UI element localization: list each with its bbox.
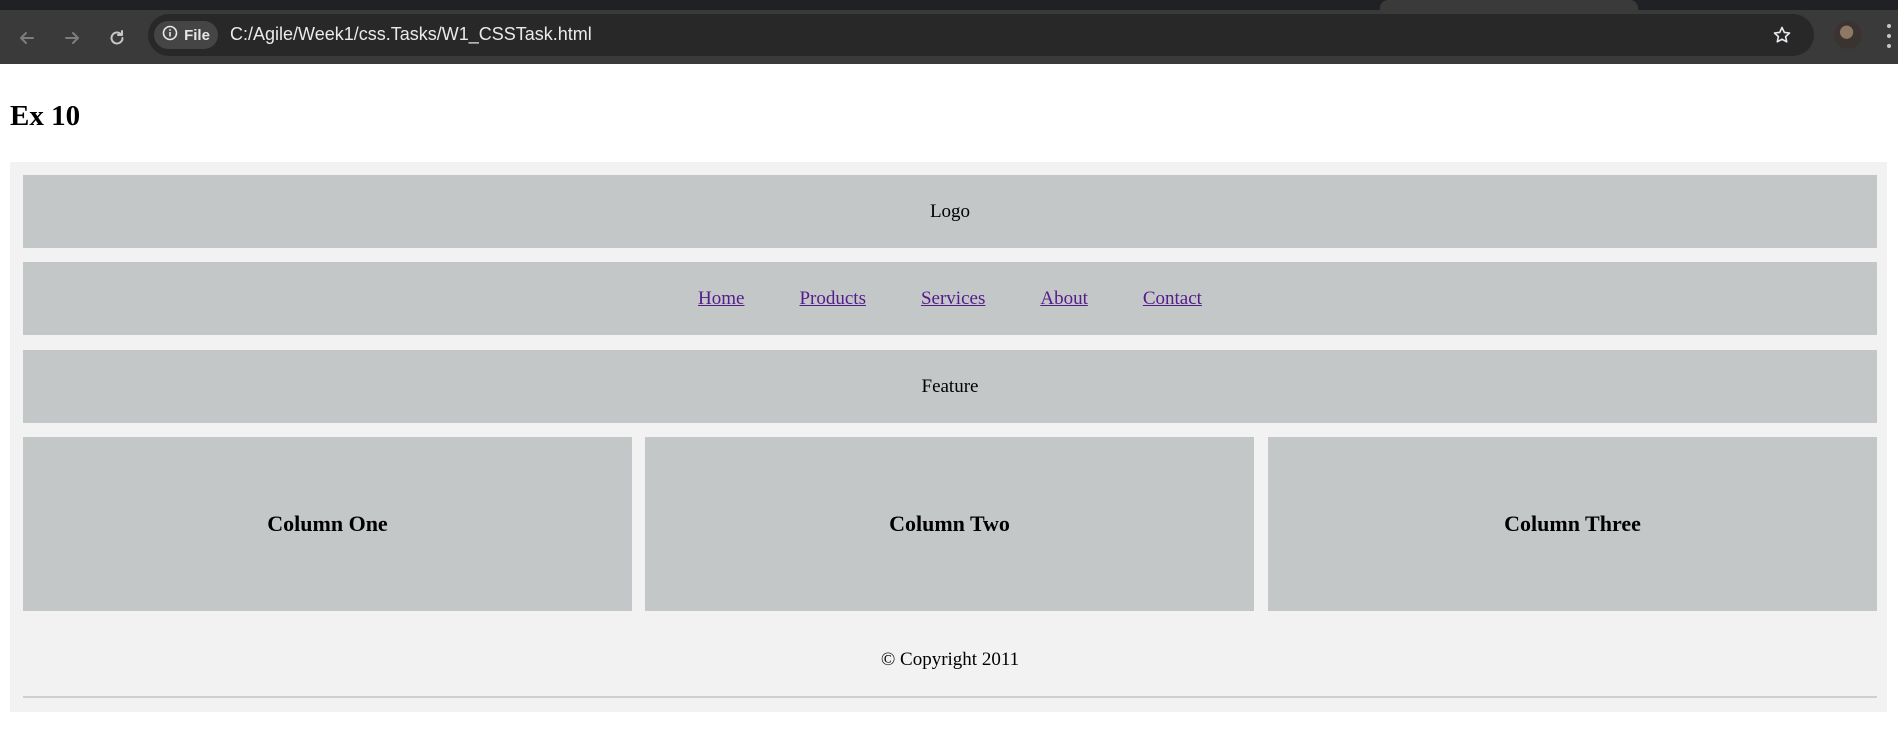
reload-icon[interactable] <box>105 26 129 50</box>
layout-wrapper: Logo Home Products Services About Contac… <box>10 162 1887 712</box>
nav-bar: Home Products Services About Contact <box>23 262 1877 335</box>
site-info-chip[interactable]: File <box>154 21 218 49</box>
browser-toolbar: File C:/Agile/Week1/css.Tasks/W1_CSSTask… <box>0 10 1898 64</box>
profile-avatar[interactable] <box>1834 21 1862 49</box>
column-three-heading: Column Three <box>1504 511 1641 536</box>
site-chip-label: File <box>184 26 210 44</box>
footer-copyright: © Copyright 2011 <box>880 649 1020 670</box>
more-menu-icon[interactable] <box>1886 24 1892 48</box>
browser-chrome: File C:/Agile/Week1/css.Tasks/W1_CSSTask… <box>0 0 1898 64</box>
url-text[interactable]: C:/Agile/Week1/css.Tasks/W1_CSSTask.html <box>230 24 592 45</box>
back-icon[interactable] <box>15 26 39 50</box>
tab-strip <box>0 0 1898 10</box>
feature-text: Feature <box>921 375 979 397</box>
info-icon <box>162 25 178 45</box>
nav-link-contact[interactable]: Contact <box>1143 288 1202 310</box>
nav-link-about[interactable]: About <box>1040 288 1088 310</box>
feature-block: Feature <box>23 350 1877 423</box>
column-two: Column Two <box>645 437 1254 611</box>
nav-link-products[interactable]: Products <box>799 288 866 310</box>
logo-text: Logo <box>929 200 971 222</box>
nav-link-services[interactable]: Services <box>921 288 985 310</box>
star-icon[interactable] <box>1770 23 1794 47</box>
column-one: Column One <box>23 437 632 611</box>
footer-divider <box>23 696 1877 698</box>
forward-icon[interactable] <box>60 26 84 50</box>
address-bar[interactable]: File C:/Agile/Week1/css.Tasks/W1_CSSTask… <box>148 14 1814 56</box>
logo-block: Logo <box>23 175 1877 248</box>
nav-links: Home Products Services About Contact <box>698 288 1202 310</box>
page-title: Ex 10 <box>10 100 81 132</box>
active-tab[interactable] <box>1380 0 1638 10</box>
column-three: Column Three <box>1268 437 1877 611</box>
nav-link-home[interactable]: Home <box>698 288 744 310</box>
column-two-heading: Column Two <box>889 511 1010 536</box>
column-one-heading: Column One <box>267 511 388 536</box>
